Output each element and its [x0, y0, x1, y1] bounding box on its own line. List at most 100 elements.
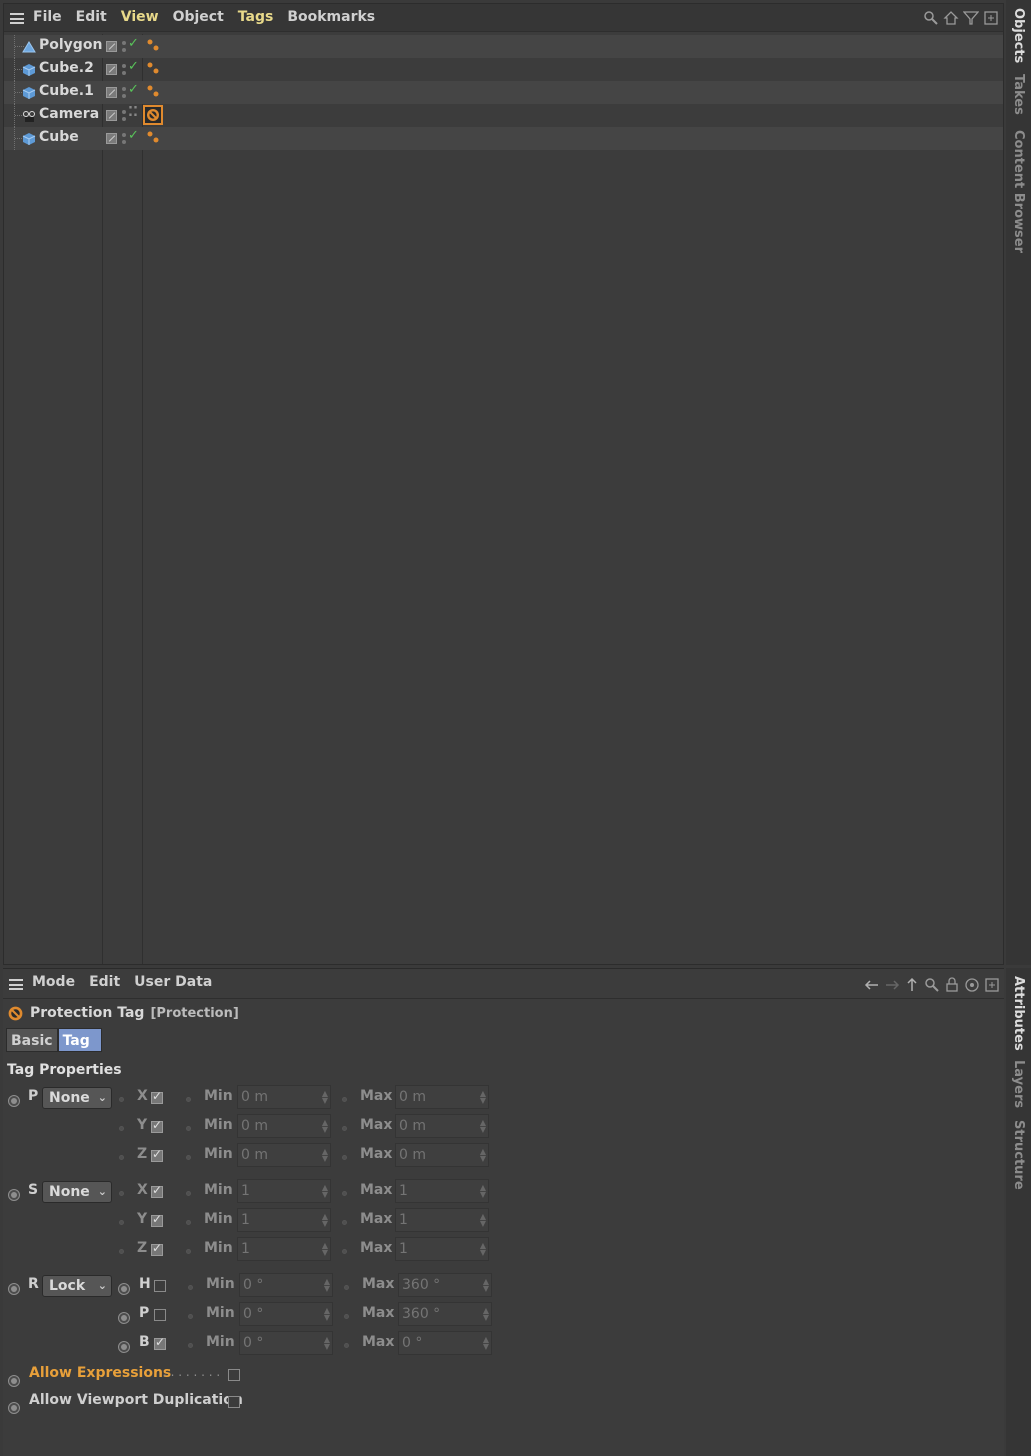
tab-takes[interactable]: Takes: [1011, 74, 1026, 115]
axis-checkbox[interactable]: [151, 1212, 163, 1227]
enabled-check-icon[interactable]: ✓: [128, 36, 139, 51]
menu-tags[interactable]: Tags: [238, 9, 274, 25]
spinner-icon[interactable]: ▲ ▼: [324, 1336, 330, 1351]
axis-animate-dot[interactable]: [119, 1249, 124, 1254]
spinner-icon[interactable]: ▲ ▼: [480, 1148, 486, 1163]
max-field[interactable]: 0 m ▲ ▼: [395, 1143, 489, 1167]
tab-layers[interactable]: Layers: [1011, 1060, 1026, 1108]
min-animate-dot[interactable]: [188, 1285, 193, 1290]
tab-tag[interactable]: Tag: [57, 1028, 102, 1052]
min-field[interactable]: 0 ° ▲ ▼: [239, 1273, 333, 1297]
max-field[interactable]: 1 ▲ ▼: [395, 1179, 489, 1203]
layer-color-icon[interactable]: [106, 41, 117, 52]
axis-checkbox[interactable]: [154, 1309, 166, 1321]
column-divider[interactable]: [142, 34, 143, 964]
group-animate-radio[interactable]: [8, 1283, 20, 1295]
new-window-icon[interactable]: [984, 977, 1000, 993]
menu-file[interactable]: File: [33, 9, 62, 25]
min-field[interactable]: 0 m ▲ ▼: [237, 1085, 331, 1109]
axis-checkbox[interactable]: [151, 1147, 163, 1162]
max-animate-dot[interactable]: [344, 1343, 349, 1348]
layer-color-icon[interactable]: [106, 110, 117, 121]
spinner-icon[interactable]: ▲ ▼: [324, 1307, 330, 1322]
axis-animate-dot[interactable]: [119, 1126, 124, 1131]
axis-animate-dot[interactable]: [119, 1097, 124, 1102]
max-animate-dot[interactable]: [342, 1126, 347, 1131]
enabled-check-icon[interactable]: ✓: [128, 59, 139, 74]
object-row-cube[interactable]: Cube ✓: [4, 127, 1003, 150]
axis-checkbox[interactable]: [151, 1183, 163, 1198]
spinner-icon[interactable]: ▲ ▼: [483, 1307, 489, 1322]
min-field[interactable]: 1 ▲ ▼: [237, 1208, 331, 1232]
min-animate-dot[interactable]: [188, 1343, 193, 1348]
spinner-icon[interactable]: ▲ ▼: [480, 1213, 486, 1228]
filter-icon[interactable]: [963, 10, 979, 26]
max-field[interactable]: 0 m ▲ ▼: [395, 1085, 489, 1109]
min-animate-dot[interactable]: [186, 1191, 191, 1196]
enabled-check-icon[interactable]: ✓: [128, 82, 139, 97]
object-name[interactable]: Camera: [39, 106, 99, 122]
disabled-dots-icon[interactable]: ⁚⁚: [128, 105, 138, 120]
min-field[interactable]: 1 ▲ ▼: [237, 1237, 331, 1261]
object-name[interactable]: Cube.2: [39, 60, 94, 76]
axis-checkbox[interactable]: [154, 1280, 166, 1292]
spinner-icon[interactable]: ▲ ▼: [322, 1090, 328, 1105]
new-window-icon[interactable]: [983, 10, 999, 26]
search-icon[interactable]: [924, 977, 940, 993]
search-icon[interactable]: [923, 10, 939, 26]
max-field[interactable]: 1 ▲ ▼: [395, 1237, 489, 1261]
max-animate-dot[interactable]: [342, 1191, 347, 1196]
phong-tag-icon[interactable]: [145, 38, 161, 54]
spinner-icon[interactable]: ▲ ▼: [480, 1090, 486, 1105]
spinner-icon[interactable]: ▲ ▼: [324, 1278, 330, 1293]
phong-tag-icon[interactable]: [145, 84, 161, 100]
menu-edit[interactable]: Edit: [76, 9, 107, 25]
animate-radio[interactable]: [8, 1375, 20, 1387]
axis-checkbox[interactable]: [151, 1241, 163, 1256]
menu-bookmarks[interactable]: Bookmarks: [287, 9, 375, 25]
menu-object[interactable]: Object: [173, 9, 224, 25]
menu-user-data[interactable]: User Data: [134, 974, 212, 990]
tab-structure[interactable]: Structure: [1011, 1120, 1026, 1190]
phong-tag-icon[interactable]: [145, 61, 161, 77]
min-animate-dot[interactable]: [186, 1249, 191, 1254]
axis-animate-radio[interactable]: [118, 1341, 130, 1353]
tab-objects[interactable]: Objects: [1011, 8, 1026, 63]
axis-animate-dot[interactable]: [119, 1220, 124, 1225]
spinner-icon[interactable]: ▲ ▼: [322, 1242, 328, 1257]
max-field[interactable]: 0 m ▲ ▼: [395, 1114, 489, 1138]
max-field[interactable]: 1 ▲ ▼: [395, 1208, 489, 1232]
min-animate-dot[interactable]: [186, 1220, 191, 1225]
axis-animate-dot[interactable]: [119, 1191, 124, 1196]
max-field[interactable]: 360 ° ▲ ▼: [398, 1273, 492, 1297]
mode-dropdown[interactable]: None ⌄: [42, 1087, 112, 1109]
protection-tag-icon[interactable]: [143, 105, 163, 125]
axis-checkbox[interactable]: [151, 1118, 163, 1133]
axis-checkbox[interactable]: [151, 1089, 163, 1104]
layer-color-icon[interactable]: [106, 87, 117, 98]
animate-radio[interactable]: [8, 1402, 20, 1414]
home-icon[interactable]: [943, 10, 959, 26]
menu-mode[interactable]: Mode: [32, 974, 75, 990]
min-animate-dot[interactable]: [186, 1126, 191, 1131]
object-row-polygon[interactable]: Polygon ✓: [4, 35, 1003, 58]
min-field[interactable]: 0 ° ▲ ▼: [239, 1302, 333, 1326]
object-name[interactable]: Cube.1: [39, 83, 94, 99]
spinner-icon[interactable]: ▲ ▼: [483, 1278, 489, 1293]
min-animate-dot[interactable]: [186, 1155, 191, 1160]
object-name[interactable]: Polygon: [39, 37, 102, 53]
column-divider[interactable]: [102, 34, 103, 964]
spinner-icon[interactable]: ▲ ▼: [480, 1119, 486, 1134]
max-field[interactable]: 360 ° ▲ ▼: [398, 1302, 492, 1326]
mode-dropdown[interactable]: None ⌄: [42, 1181, 112, 1203]
spinner-icon[interactable]: ▲ ▼: [322, 1184, 328, 1199]
axis-checkbox[interactable]: [154, 1335, 166, 1350]
phong-tag-icon[interactable]: [145, 130, 161, 146]
tab-attributes[interactable]: Attributes: [1011, 976, 1026, 1051]
axis-animate-radio[interactable]: [118, 1283, 130, 1295]
max-animate-dot[interactable]: [342, 1220, 347, 1225]
forward-arrow-icon[interactable]: [884, 977, 900, 993]
object-row-cube-1[interactable]: Cube.1 ✓: [4, 81, 1003, 104]
min-field[interactable]: 0 m ▲ ▼: [237, 1143, 331, 1167]
tab-content-browser[interactable]: Content Browser: [1011, 130, 1026, 253]
